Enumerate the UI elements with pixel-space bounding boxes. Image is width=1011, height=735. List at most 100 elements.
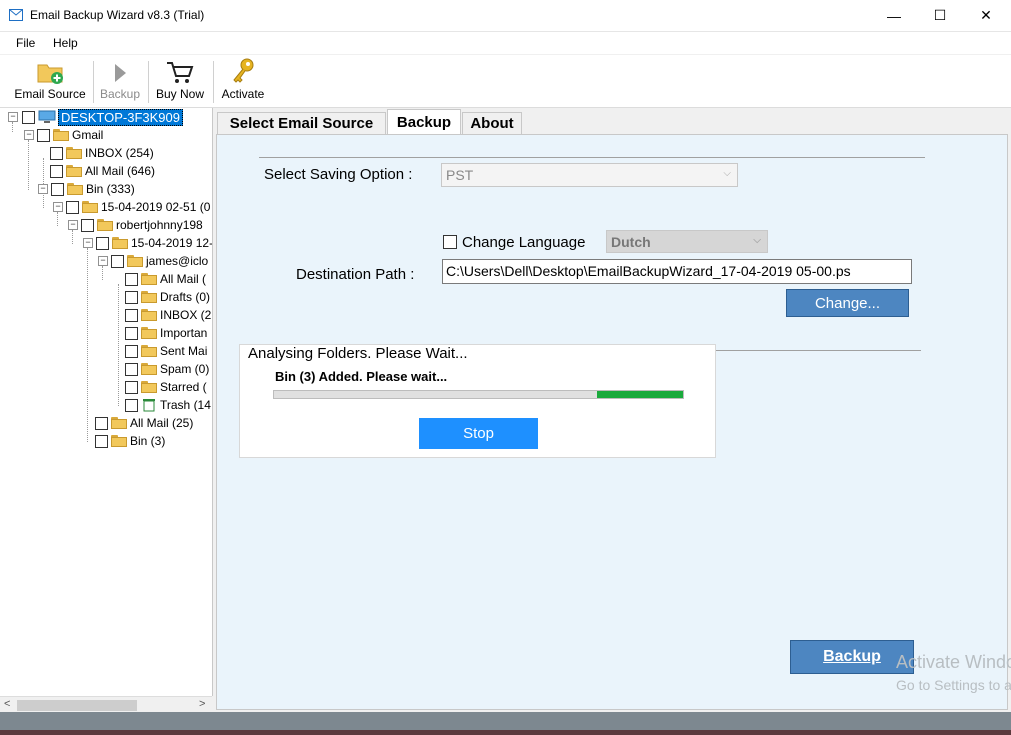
collapse-toggle[interactable]: −	[98, 256, 108, 266]
checkbox[interactable]	[50, 164, 63, 178]
toolbar: Email Source Backup Buy Now Activate	[0, 55, 1011, 108]
chevron-down-icon: ⌵	[753, 235, 761, 246]
tree-node-bin3[interactable]: Bin (3)	[95, 432, 165, 450]
computer-icon	[38, 110, 56, 123]
destination-path-input[interactable]: C:\Users\Dell\Desktop\EmailBackupWizard_…	[442, 259, 912, 284]
tree-label: All Mail (	[160, 272, 207, 286]
collapse-toggle[interactable]: −	[24, 130, 34, 140]
email-source-button[interactable]: Email Source	[10, 55, 90, 107]
backup-toolbar-button[interactable]: Backup	[96, 55, 144, 107]
saving-option-value: PST	[446, 167, 474, 183]
change-path-button[interactable]: Change...	[786, 289, 909, 317]
checkbox[interactable]	[95, 434, 108, 448]
folder-tree[interactable]: − DESKTOP-3F3K909 − Gmail INBOX (254) Al…	[0, 108, 213, 696]
tree-node-allmail25[interactable]: All Mail (25)	[95, 414, 193, 432]
collapse-toggle[interactable]: −	[68, 220, 78, 230]
folder-icon	[111, 435, 127, 447]
maximize-button[interactable]: ☐	[917, 0, 963, 31]
tree-node-robert[interactable]: − robertjohnny198	[68, 216, 203, 234]
saving-option-select[interactable]: PST ⌵	[441, 163, 738, 187]
activation-watermark-subtitle: Go to Settings to activate Windows.	[896, 677, 1011, 693]
tree-node-inbox[interactable]: INBOX (254)	[50, 144, 154, 162]
key-icon	[233, 58, 254, 83]
checkbox[interactable]	[111, 254, 124, 268]
stop-button[interactable]: Stop	[419, 418, 538, 449]
language-select[interactable]: Dutch ⌵	[606, 230, 768, 253]
menu-file[interactable]: File	[16, 36, 35, 50]
checkbox[interactable]	[37, 128, 50, 142]
tree-label: INBOX (254)	[85, 146, 154, 160]
tree-label: Sent Mai	[160, 344, 208, 358]
tree-node-drafts[interactable]: Drafts (0)	[125, 288, 210, 306]
tab-backup[interactable]: Backup	[387, 109, 461, 135]
folder-add-icon	[37, 64, 63, 84]
play-arrow-icon	[115, 64, 126, 82]
tab-about[interactable]: About	[462, 112, 522, 134]
scroll-left-icon[interactable]: <	[4, 698, 10, 710]
checkbox[interactable]	[22, 110, 35, 124]
checkbox[interactable]	[51, 182, 64, 196]
toolbar-separator	[93, 61, 94, 103]
tree-label: Gmail	[72, 128, 104, 142]
tree-node-bin[interactable]: − Bin (333)	[38, 180, 135, 198]
progress-box: Analysing Folders. Please Wait... Bin (3…	[239, 344, 716, 458]
tree-node-date1[interactable]: − 15-04-2019 02-51 (0	[53, 198, 210, 216]
tree-label-root: DESKTOP-3F3K909	[58, 108, 183, 126]
tree-node-computer[interactable]: − DESKTOP-3F3K909	[8, 108, 183, 126]
checkbox[interactable]	[96, 236, 109, 250]
tree-label: james@iclo	[146, 254, 209, 268]
collapse-toggle[interactable]: −	[8, 112, 18, 122]
tab-select-email-source[interactable]: Select Email Source	[217, 112, 386, 134]
checkbox[interactable]	[66, 200, 79, 214]
checkbox[interactable]	[125, 362, 138, 376]
tree-label: 15-04-2019 02-51 (0	[101, 200, 211, 214]
envelope-icon	[9, 9, 23, 21]
scroll-thumb[interactable]	[17, 700, 137, 711]
checkbox[interactable]	[95, 416, 108, 430]
checkbox[interactable]	[125, 326, 138, 340]
tree-label: Bin (3)	[130, 434, 166, 448]
menu-bar: File Help	[0, 32, 1011, 54]
folder-icon	[141, 273, 157, 285]
email-source-label: Email Source	[14, 87, 86, 101]
tree-node-sub-inbox[interactable]: INBOX (2	[125, 306, 211, 324]
activate-button[interactable]: Activate	[217, 55, 269, 107]
tree-node-date2[interactable]: − 15-04-2019 12-	[83, 234, 212, 252]
tree-node-starred[interactable]: Starred (	[125, 378, 207, 396]
checkbox[interactable]	[125, 344, 138, 358]
tree-node-james[interactable]: − james@iclo	[98, 252, 208, 270]
collapse-toggle[interactable]: −	[53, 202, 63, 212]
folder-icon	[66, 147, 82, 159]
activate-label: Activate	[221, 87, 265, 101]
collapse-toggle[interactable]: −	[38, 184, 48, 194]
tree-node-sub-allmail[interactable]: All Mail (	[125, 270, 206, 288]
checkbox[interactable]	[50, 146, 63, 160]
checkbox[interactable]	[125, 398, 138, 412]
tree-label: Importan	[160, 326, 208, 340]
tree-node-important[interactable]: Importan	[125, 324, 207, 342]
window-title: Email Backup Wizard v8.3 (Trial)	[30, 8, 205, 22]
tree-node-spam[interactable]: Spam (0)	[125, 360, 209, 378]
shopping-cart-icon	[167, 62, 194, 83]
divider	[259, 157, 925, 158]
tree-node-trash[interactable]: Trash (14	[125, 396, 211, 414]
close-button[interactable]: ✕	[963, 0, 1009, 31]
checkbox[interactable]	[125, 308, 138, 322]
tree-node-sent[interactable]: Sent Mai	[125, 342, 207, 360]
checkbox[interactable]	[125, 380, 138, 394]
checkbox[interactable]	[81, 218, 94, 232]
sent-folder-icon	[141, 345, 157, 357]
checkbox[interactable]	[125, 290, 138, 304]
progress-fill	[597, 391, 683, 398]
minimize-button[interactable]: —	[871, 0, 917, 31]
change-language-label: Change Language	[462, 234, 586, 251]
menu-help[interactable]: Help	[53, 36, 78, 50]
tree-node-allmail[interactable]: All Mail (646)	[50, 162, 155, 180]
checkbox[interactable]	[125, 272, 138, 286]
collapse-toggle[interactable]: −	[83, 238, 93, 248]
buy-now-button[interactable]: Buy Now	[152, 55, 208, 107]
divider	[716, 350, 921, 351]
scroll-right-icon[interactable]: >	[199, 698, 205, 710]
change-language-checkbox[interactable]	[443, 235, 457, 249]
tree-node-gmail[interactable]: − Gmail	[24, 126, 103, 144]
